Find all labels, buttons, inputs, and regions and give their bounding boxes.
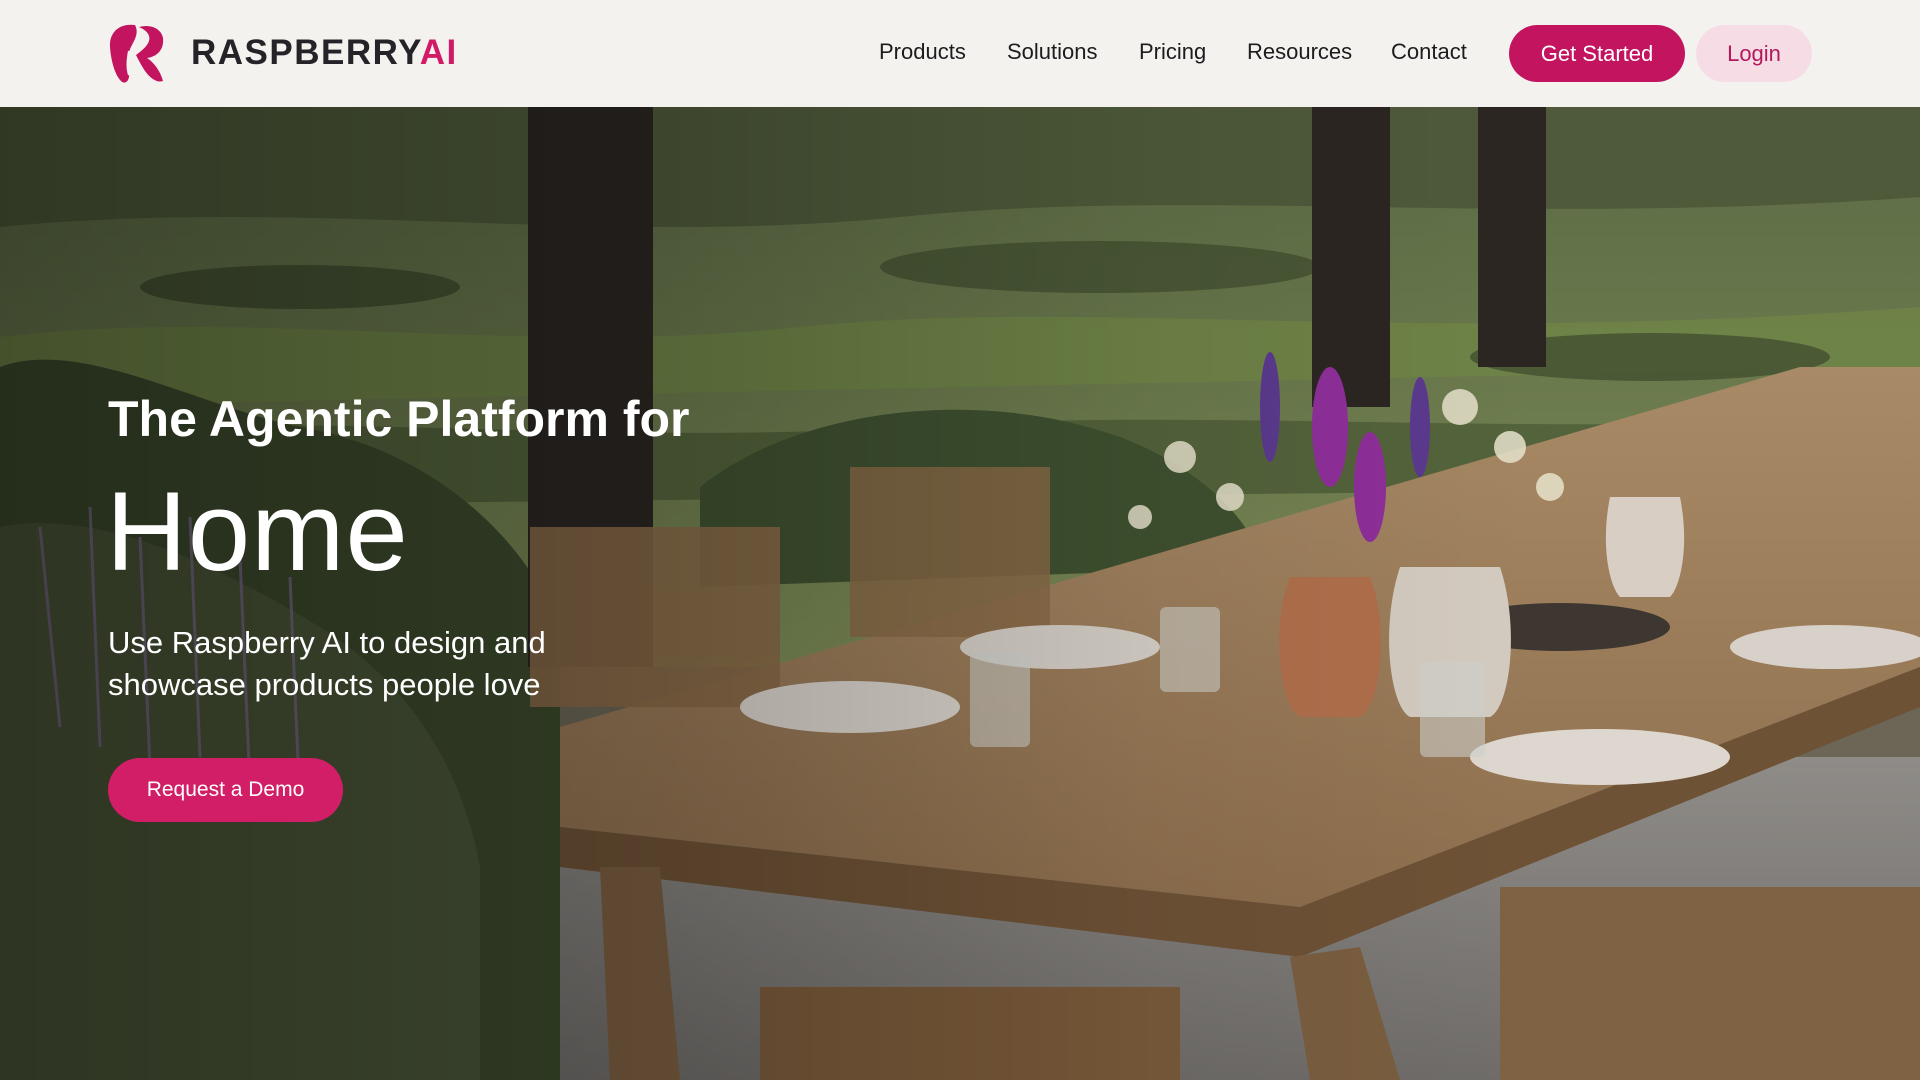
get-started-button[interactable]: Get Started [1509,25,1685,82]
nav-contact[interactable]: Contact [1391,39,1467,65]
login-button[interactable]: Login [1696,25,1812,82]
hero-subtitle: Use Raspberry AI to design and showcase … [108,622,628,706]
hero-subtitle-line-2: showcase products people love [108,667,541,702]
hero-subtitle-line-1: Use Raspberry AI to design and [108,625,546,660]
hero-headline: Home [106,469,409,594]
nav-pricing[interactable]: Pricing [1139,39,1206,65]
nav-resources[interactable]: Resources [1247,39,1352,65]
nav-products[interactable]: Products [879,39,966,65]
hero-section: The Agentic Platform for Home Use Raspbe… [0,107,1920,1080]
site-header: RASPBERRYAI Products Solutions Pricing R… [0,0,1920,107]
request-demo-button[interactable]: Request a Demo [108,758,343,822]
hero-eyebrow: The Agentic Platform for [108,391,690,447]
nav-solutions[interactable]: Solutions [1007,39,1098,65]
